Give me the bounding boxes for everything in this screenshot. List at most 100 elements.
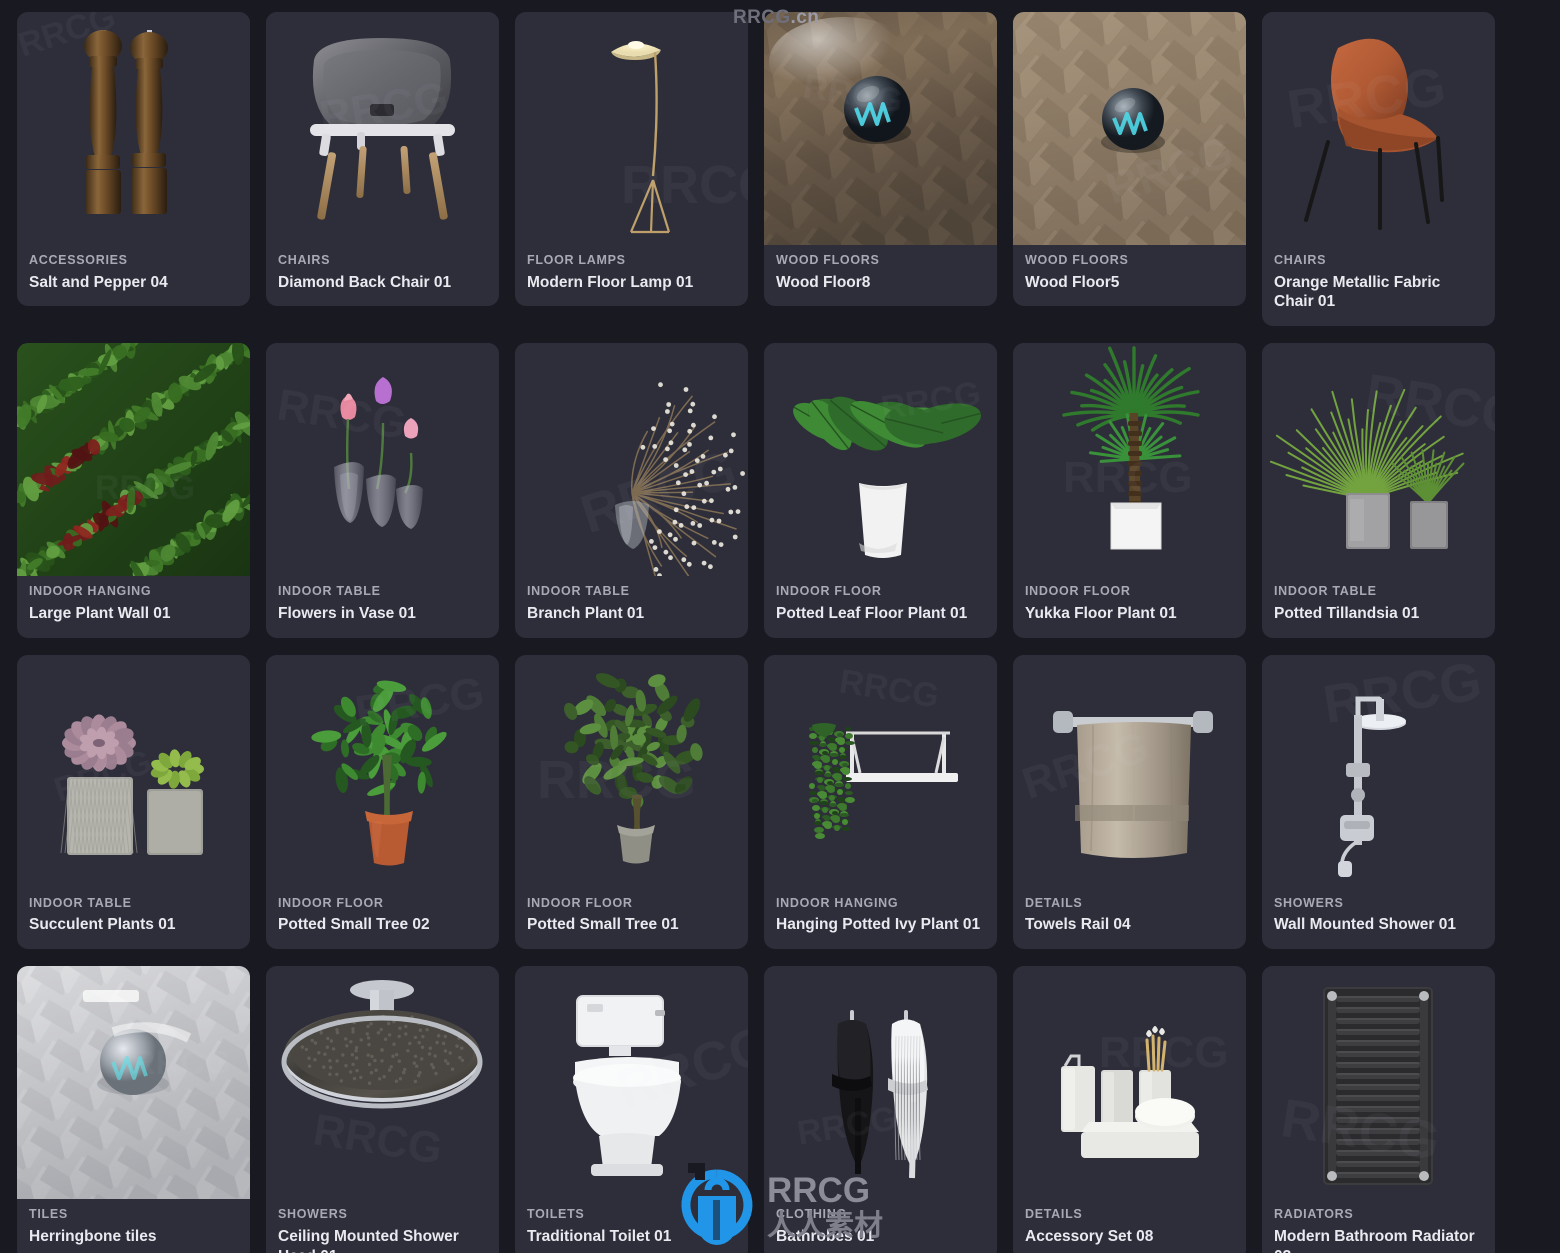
- asset-meta: DETAILS Towels Rail 04: [1013, 888, 1246, 949]
- asset-card[interactable]: RRCG DETAILS Accessory Set 08: [1013, 966, 1246, 1253]
- asset-meta: WOOD FLOORS Wood Floor5: [1013, 245, 1246, 306]
- asset-title: Branch Plant 01: [527, 604, 645, 622]
- asset-thumbnail[interactable]: RRCG: [17, 343, 250, 577]
- thumbnail-art: [764, 12, 997, 245]
- asset-meta: TOILETS Traditional Toilet 01: [515, 1199, 748, 1253]
- asset-card-grid: RRCGACCESSORIESSalt and Pepper 04 RRCGCH…: [17, 12, 1543, 1253]
- asset-thumbnail[interactable]: RRCG: [1262, 654, 1495, 888]
- asset-title: Yukka Floor Plant 01: [1025, 604, 1177, 622]
- asset-meta: DETAILS Accessory Set 08: [1013, 1199, 1246, 1253]
- asset-thumbnail[interactable]: RRCG: [1013, 654, 1246, 888]
- asset-thumbnail[interactable]: RRCG: [17, 654, 250, 888]
- asset-thumbnail[interactable]: RRCG: [764, 12, 997, 245]
- asset-thumbnail[interactable]: RRCG: [1013, 12, 1246, 245]
- thumbnail-art: [84, 30, 168, 214]
- asset-title: Flowers in Vase 01: [278, 604, 416, 622]
- asset-card[interactable]: RRCG INDOOR FLOOR Yukka Floor Plant 01: [1013, 343, 1246, 638]
- asset-thumbnail[interactable]: RRCG: [1262, 966, 1495, 1200]
- thumbnail-art: [615, 382, 745, 577]
- asset-title: Accessory Set 08: [1025, 1227, 1154, 1245]
- asset-thumbnail[interactable]: RRCG: [1013, 343, 1246, 577]
- asset-card[interactable]: RRCG CHAIRS Orange Metallic Fabric Chair 0…: [1262, 12, 1495, 327]
- asset-title: Ceiling Mounted Shower Head 01: [278, 1227, 459, 1253]
- asset-card[interactable]: RRCG INDOOR TABLE Succulent Plants 01: [17, 654, 250, 950]
- asset-category: DETAILS: [1025, 1207, 1083, 1222]
- asset-title: Large Plant Wall 01: [29, 604, 171, 622]
- thumbnail-art: [1304, 38, 1444, 230]
- asset-card[interactable]: RRCG TILES Herringbone tiles: [17, 966, 250, 1253]
- asset-category: RADIATORS: [1274, 1207, 1354, 1222]
- asset-meta: INDOOR FLOOR Potted Small Tree 01: [515, 888, 748, 949]
- asset-card[interactable]: RRCG INDOOR TABLE Flowers in Vase 01: [266, 343, 499, 638]
- thumbnail-art: [611, 41, 671, 234]
- thumbnail-art: [311, 680, 447, 866]
- asset-meta: INDOOR TABLE Branch Plant 01: [515, 576, 748, 637]
- asset-category: TOILETS: [527, 1207, 585, 1222]
- asset-category: INDOOR TABLE: [29, 895, 132, 910]
- asset-meta: TILES Herringbone tiles: [17, 1199, 250, 1253]
- asset-title: Traditional Toilet 01: [527, 1227, 672, 1245]
- thumbnail-art: [17, 966, 250, 1200]
- asset-card[interactable]: RRCG WOOD FLOORS Wood Floor5: [1013, 12, 1246, 307]
- asset-meta: INDOOR HANGING Hanging Potted Ivy Plant 0…: [764, 888, 997, 949]
- asset-category: WOOD FLOORS: [776, 253, 880, 267]
- asset-category: SHOWERS: [1274, 895, 1344, 910]
- asset-title: Hanging Potted Ivy Plant 01: [776, 916, 981, 934]
- asset-thumbnail[interactable]: RRCG: [1013, 966, 1246, 1200]
- asset-title: Bathrobes 01: [776, 1227, 875, 1245]
- asset-thumbnail[interactable]: RRCG: [17, 12, 250, 245]
- asset-thumbnail[interactable]: RRCG: [1262, 12, 1495, 245]
- asset-meta: INDOOR TABLE Flowers in Vase 01: [266, 576, 499, 637]
- asset-thumbnail[interactable]: RRCG: [266, 654, 499, 888]
- asset-thumbnail[interactable]: RRCG: [266, 966, 499, 1200]
- asset-category: INDOOR FLOOR: [278, 895, 384, 910]
- asset-card[interactable]: RRCG CLOTHING Bathrobes 01: [764, 966, 997, 1253]
- asset-category: FLOOR LAMPS: [527, 253, 626, 267]
- asset-title: Modern Bathroom Radiator 03: [1274, 1227, 1475, 1253]
- asset-thumbnail[interactable]: RRCG: [266, 343, 499, 577]
- asset-thumbnail[interactable]: RRCG: [515, 12, 748, 245]
- thumbnail-art: [832, 1010, 928, 1179]
- asset-card[interactable]: RRCG FLOOR LAMPS Modern Floor Lamp 01: [515, 12, 748, 307]
- asset-title: Wood Floor8: [776, 273, 871, 291]
- asset-thumbnail[interactable]: RRCG: [515, 343, 748, 577]
- asset-card[interactable]: RRCG SHOWERS Wall Mounted Shower 01: [1262, 654, 1495, 950]
- asset-card[interactable]: RRCG INDOOR FLOOR Potted Small Tree 01: [515, 654, 748, 950]
- asset-card[interactable]: RRCG RADIATORS Modern Bathroom Radiator 03: [1262, 966, 1495, 1253]
- asset-meta: INDOOR TABLE Succulent Plants 01: [17, 888, 250, 949]
- asset-meta: INDOOR FLOOR Yukka Floor Plant 01: [1013, 576, 1246, 637]
- asset-thumbnail[interactable]: RRCG: [515, 966, 748, 1200]
- asset-card[interactable]: RRCG WOOD FLOORS Wood Floor8: [764, 12, 997, 307]
- asset-category: CHAIRS: [278, 253, 331, 267]
- asset-card[interactable]: RRCG INDOOR FLOOR Potted Leaf Floor Plant …: [764, 343, 997, 638]
- asset-title: Salt and Pepper 04: [29, 273, 168, 291]
- asset-card[interactable]: RRCG INDOOR TABLE Potted Tillandsia 01: [1262, 343, 1495, 638]
- asset-thumbnail[interactable]: RRCG: [17, 966, 250, 1200]
- asset-card[interactable]: RRCG INDOOR FLOOR Potted Small Tree 02: [266, 654, 499, 950]
- asset-thumbnail[interactable]: RRCG: [1262, 343, 1495, 577]
- asset-card[interactable]: RRCG ACCESSORIES Salt and Pepper 04: [17, 12, 250, 307]
- asset-category: INDOOR FLOOR: [527, 895, 633, 910]
- asset-meta: CLOTHING Bathrobes 01: [764, 1199, 997, 1253]
- asset-title: Modern Floor Lamp 01: [527, 273, 694, 291]
- asset-category: INDOOR FLOOR: [1025, 584, 1131, 599]
- asset-card[interactable]: RRCG TOILETS Traditional Toilet 01: [515, 966, 748, 1253]
- asset-card[interactable]: RRCG CHAIRS Diamond Back Chair 01: [266, 12, 499, 307]
- asset-library-grid-page: RRCGACCESSORIESSalt and Pepper 04 RRCGCH…: [0, 0, 1560, 1253]
- thumbnail-art: [1053, 710, 1213, 858]
- asset-card[interactable]: RRCG INDOOR TABLE Branch Plant 01: [515, 343, 748, 638]
- asset-card[interactable]: RRCG INDOOR HANGING Hanging Potted Ivy Pla…: [764, 654, 997, 950]
- asset-thumbnail[interactable]: RRCG: [764, 343, 997, 577]
- thumbnail-art: [60, 714, 204, 855]
- asset-thumbnail[interactable]: RRCG: [515, 654, 748, 888]
- asset-category: INDOOR HANGING: [29, 584, 152, 599]
- asset-card[interactable]: RRCG DETAILS Towels Rail 04: [1013, 654, 1246, 950]
- asset-category: ACCESSORIES: [29, 253, 128, 267]
- asset-meta: CHAIRS Orange Metallic Fabric Chair 01: [1262, 245, 1495, 326]
- asset-thumbnail[interactable]: RRCG: [266, 12, 499, 245]
- asset-card[interactable]: RRCG INDOOR HANGING Large Plant Wall 01: [17, 343, 250, 638]
- asset-thumbnail[interactable]: RRCG: [764, 966, 997, 1200]
- asset-category: CLOTHING: [776, 1207, 847, 1222]
- asset-thumbnail[interactable]: RRCG: [764, 654, 997, 888]
- asset-card[interactable]: RRCG SHOWERS Ceiling Mounted Shower Head 0…: [266, 966, 499, 1253]
